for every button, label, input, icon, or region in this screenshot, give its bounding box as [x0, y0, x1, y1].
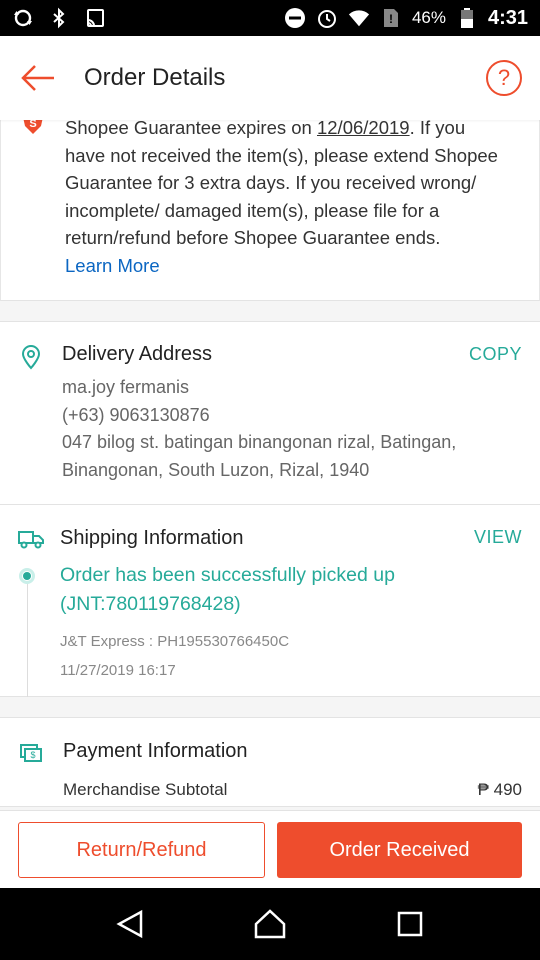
- return-refund-button[interactable]: Return/Refund: [18, 822, 265, 878]
- delivery-address-title: Delivery Address: [62, 343, 213, 365]
- copy-address-button[interactable]: COPY: [469, 344, 522, 365]
- nav-home-icon: [254, 909, 286, 939]
- section-gap: [0, 301, 540, 321]
- recipient-phone: (+63) 9063130876: [62, 404, 210, 425]
- shopee-guarantee-card: S Shopee Guarantee expires on 12/06/2019…: [0, 120, 540, 301]
- shipping-timestamp: 11/27/2019 16:17: [60, 662, 176, 679]
- no-sim-icon: !: [380, 7, 402, 29]
- clock: 4:31: [487, 6, 528, 29]
- shipping-status: Order has been successfully picked up (J…: [60, 564, 395, 615]
- svg-text:$: $: [30, 750, 35, 760]
- recipient-name: ma.joy fermanis: [62, 377, 190, 397]
- order-actions-bar: Return/Refund Order Received: [0, 810, 540, 888]
- view-shipping-button[interactable]: VIEW: [474, 527, 522, 548]
- app-bar: Order Details ?: [0, 36, 540, 120]
- svg-text:S: S: [29, 120, 36, 130]
- shipping-information-card: Shipping Information VIEW Order has been…: [0, 505, 540, 697]
- merchandise-subtotal-row: Merchandise Subtotal ₱ 490: [63, 780, 522, 800]
- back-arrow-icon: [21, 65, 54, 91]
- subtotal-label: Merchandise Subtotal: [63, 780, 228, 799]
- wifi-icon: [348, 7, 370, 29]
- address-details: ma.joy fermanis (+63) 9063130876 047 bil…: [62, 374, 522, 484]
- order-received-button[interactable]: Order Received: [277, 822, 522, 878]
- guarantee-expiry-date: 12/06/2019: [316, 120, 410, 138]
- help-icon: ?: [497, 65, 511, 90]
- shopee-guarantee-icon: S: [23, 120, 43, 134]
- recipient-address: 047 bilog st. batingan binangonan rizal,…: [62, 432, 457, 480]
- nav-back-button[interactable]: [108, 902, 152, 946]
- sync-icon: [12, 7, 34, 29]
- subtotal-amount: ₱ 490: [477, 780, 522, 799]
- order-details-content[interactable]: S Shopee Guarantee expires on 12/06/2019…: [0, 120, 540, 810]
- page-title: Order Details: [84, 64, 226, 91]
- section-gap: [0, 697, 540, 717]
- delivery-address-card: Delivery Address COPY ma.joy fermanis (+…: [0, 321, 540, 505]
- location-pin-icon: [21, 345, 41, 370]
- payment-icon: $: [20, 744, 42, 762]
- payment-information-title: Payment Information: [63, 740, 248, 762]
- nav-back-icon: [116, 909, 143, 939]
- courier-tracking: J&T Express : PH195530766450C: [60, 633, 290, 650]
- status-bar: ! 46% 4:31: [0, 0, 540, 36]
- nav-recents-button[interactable]: [388, 902, 432, 946]
- svg-text:!: !: [389, 12, 393, 26]
- shipping-information-title: Shipping Information: [60, 527, 244, 549]
- timeline-line: [27, 583, 28, 697]
- guarantee-message: Shopee Guarantee expires on 12/06/2019. …: [65, 120, 505, 279]
- help-button[interactable]: ?: [486, 60, 522, 96]
- delivery-truck-icon: [18, 531, 44, 549]
- timeline-dot: [19, 568, 35, 584]
- bluetooth-icon: [48, 7, 70, 29]
- alarm-icon: [316, 7, 338, 29]
- cast-icon: [84, 7, 106, 29]
- battery-percent: 46%: [411, 8, 446, 27]
- payment-information-card: $ Payment Information Merchandise Subtot…: [0, 717, 540, 807]
- nav-home-button[interactable]: [248, 902, 292, 946]
- nav-recents-icon: [397, 911, 423, 937]
- learn-more-link[interactable]: Learn More: [65, 252, 505, 280]
- dnd-icon: [284, 7, 306, 29]
- back-button[interactable]: [18, 58, 58, 98]
- guarantee-text-after: . If you have not received the item(s), …: [65, 120, 498, 248]
- battery-icon: [456, 7, 478, 29]
- guarantee-text-before: Shopee Guarantee expires on: [65, 120, 317, 138]
- system-nav-bar: [0, 888, 540, 960]
